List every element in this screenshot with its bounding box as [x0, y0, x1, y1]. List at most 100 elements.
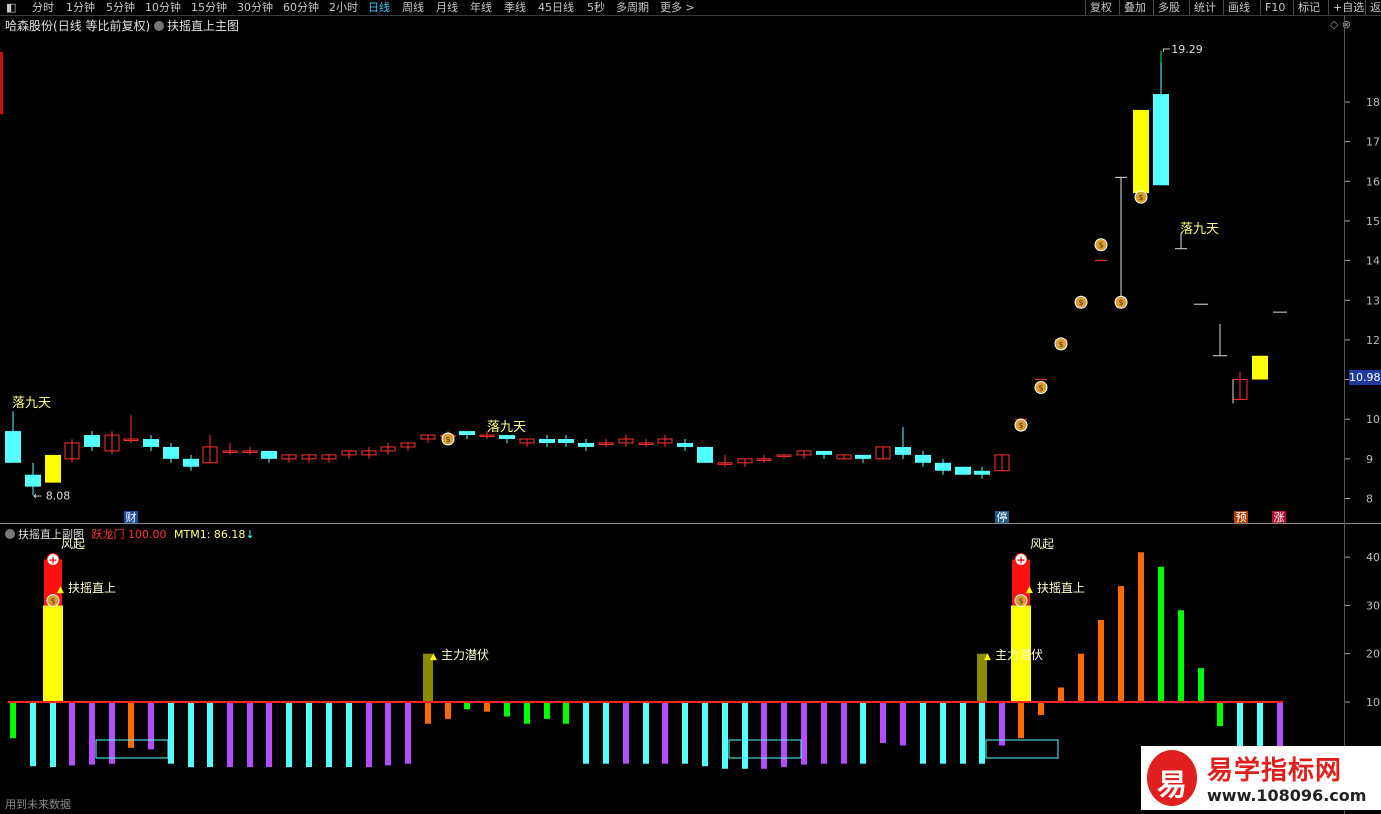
- period-tab[interactable]: 2小时: [329, 0, 358, 15]
- candle: [45, 454, 61, 483]
- period-tab[interactable]: 10分钟: [145, 0, 181, 15]
- mtm-bar: [999, 702, 1005, 746]
- mtm-bar: [484, 702, 490, 712]
- candle: [1153, 94, 1169, 186]
- plus-symbol: +: [48, 554, 57, 567]
- mtm-bar: [148, 702, 154, 750]
- event-tag: 财: [126, 510, 137, 523]
- period-tab[interactable]: 多周期: [616, 0, 649, 15]
- mtm-bar: [722, 702, 728, 769]
- mtm-bar: [1138, 552, 1144, 702]
- mtm-bar: [742, 702, 748, 769]
- period-tab[interactable]: 60分钟: [283, 0, 319, 15]
- toolbar-button[interactable]: 多股: [1158, 0, 1180, 15]
- toolbar-separator: [1223, 0, 1224, 15]
- watermark-logo-char: 易: [1157, 768, 1187, 803]
- money-bag-symbol: $: [1018, 421, 1023, 430]
- mtm-bar: [563, 702, 569, 724]
- candle: [697, 446, 713, 463]
- mtm-bar: [1098, 619, 1104, 702]
- event-tag: 预: [1236, 511, 1247, 523]
- signal-label: 扶摇直上: [1037, 580, 1085, 595]
- mtm-bar: [544, 702, 550, 719]
- money-bag-symbol: $: [1058, 340, 1063, 349]
- period-tab[interactable]: 30分钟: [237, 0, 273, 15]
- candle: [816, 450, 832, 455]
- money-bag-symbol: $: [1118, 298, 1123, 307]
- mtm-bar: [425, 702, 431, 724]
- mtm-bar: [109, 702, 115, 764]
- highlight-box: [985, 739, 1059, 759]
- mtm-bar: [1038, 702, 1044, 716]
- toolbar-button[interactable]: +自选: [1333, 0, 1364, 15]
- money-bag-icon: $: [46, 594, 60, 608]
- period-tab[interactable]: 45日线: [538, 0, 574, 15]
- fall-annotation: 落九天: [487, 420, 526, 435]
- main-chart[interactable]: 18171615141312111098$$$$$$$$落九天落九天落九天⌐19…: [0, 15, 1381, 523]
- y-tick-label: 14: [1366, 255, 1380, 268]
- sub-y-tick-label: 20: [1366, 648, 1380, 661]
- candle: [183, 458, 199, 467]
- period-tab[interactable]: 1分钟: [66, 0, 95, 15]
- mtm-bar: [306, 702, 312, 768]
- money-bag-symbol: $: [1018, 597, 1023, 606]
- money-bag-symbol: $: [1078, 298, 1083, 307]
- period-tab[interactable]: 月线: [436, 0, 458, 15]
- mtm-bar: [880, 702, 886, 744]
- mtm-bar: [940, 702, 946, 764]
- money-bag-symbol: $: [445, 435, 450, 444]
- watermark-url: www.108096.com: [1207, 786, 1367, 805]
- mtm-bar: [801, 702, 807, 765]
- toolbar-separator: [1119, 0, 1120, 15]
- toolbar-button[interactable]: 画线: [1228, 0, 1250, 15]
- plus-circle-icon: +: [1014, 553, 1028, 567]
- mtm-bar: [1158, 566, 1164, 702]
- mtm-bar: [1198, 668, 1204, 702]
- period-tab[interactable]: 更多 >: [660, 0, 695, 15]
- toolbar-separator: [1189, 0, 1190, 15]
- high-price-label: ⌐19.29: [1162, 43, 1203, 56]
- mtm-bar: [821, 702, 827, 764]
- mtm-bar: [266, 702, 272, 768]
- mtm-bar: [761, 702, 767, 769]
- low-price-label: ← 8.08: [33, 489, 70, 502]
- toolbar-separator: [1260, 0, 1261, 15]
- period-tab[interactable]: 5分钟: [106, 0, 135, 15]
- layout-icon[interactable]: ◧: [6, 0, 16, 15]
- period-tab[interactable]: 周线: [402, 0, 424, 15]
- period-tab[interactable]: 分时: [32, 0, 54, 15]
- y-tick-label: 8: [1366, 493, 1373, 506]
- toolbar-button[interactable]: 叠加: [1124, 0, 1146, 15]
- mtm-bar: [366, 702, 372, 768]
- candle: [539, 439, 555, 443]
- y-tick-label: 16: [1366, 175, 1380, 188]
- period-tab[interactable]: 年线: [470, 0, 492, 15]
- toolbar-button[interactable]: 返: [1370, 0, 1381, 15]
- triangle-icon: ▲: [1026, 585, 1033, 595]
- mtm-bar: [702, 702, 708, 767]
- mtm-bar: [1217, 702, 1223, 727]
- mtm-bar: [168, 702, 174, 764]
- pane-divider[interactable]: [0, 523, 1381, 524]
- candle: [84, 435, 100, 447]
- mtm-bar: [583, 702, 589, 764]
- period-tab[interactable]: 季线: [504, 0, 526, 15]
- y-tick-label: 9: [1366, 453, 1373, 466]
- period-tab[interactable]: 日线: [368, 0, 390, 15]
- mtm-bar: [30, 702, 36, 767]
- toolbar-button[interactable]: 统计: [1194, 0, 1216, 15]
- mtm-bar: [979, 702, 985, 764]
- candle: [974, 470, 990, 475]
- toolbar-button[interactable]: 标记: [1298, 0, 1320, 15]
- mtm-bar: [1078, 653, 1084, 702]
- candle: [1252, 355, 1268, 380]
- toolbar-button[interactable]: 复权: [1090, 0, 1112, 15]
- toolbar-button[interactable]: F10: [1265, 0, 1285, 15]
- watermark: 易 易学指标网 www.108096.com: [1141, 746, 1381, 810]
- y-tick-label: 17: [1366, 136, 1380, 149]
- period-tab[interactable]: 15分钟: [191, 0, 227, 15]
- sub-y-tick-label: 10: [1366, 696, 1380, 709]
- mtm-bar: [920, 702, 926, 764]
- period-tab[interactable]: 5秒: [587, 0, 605, 15]
- mtm-bar: [385, 702, 391, 766]
